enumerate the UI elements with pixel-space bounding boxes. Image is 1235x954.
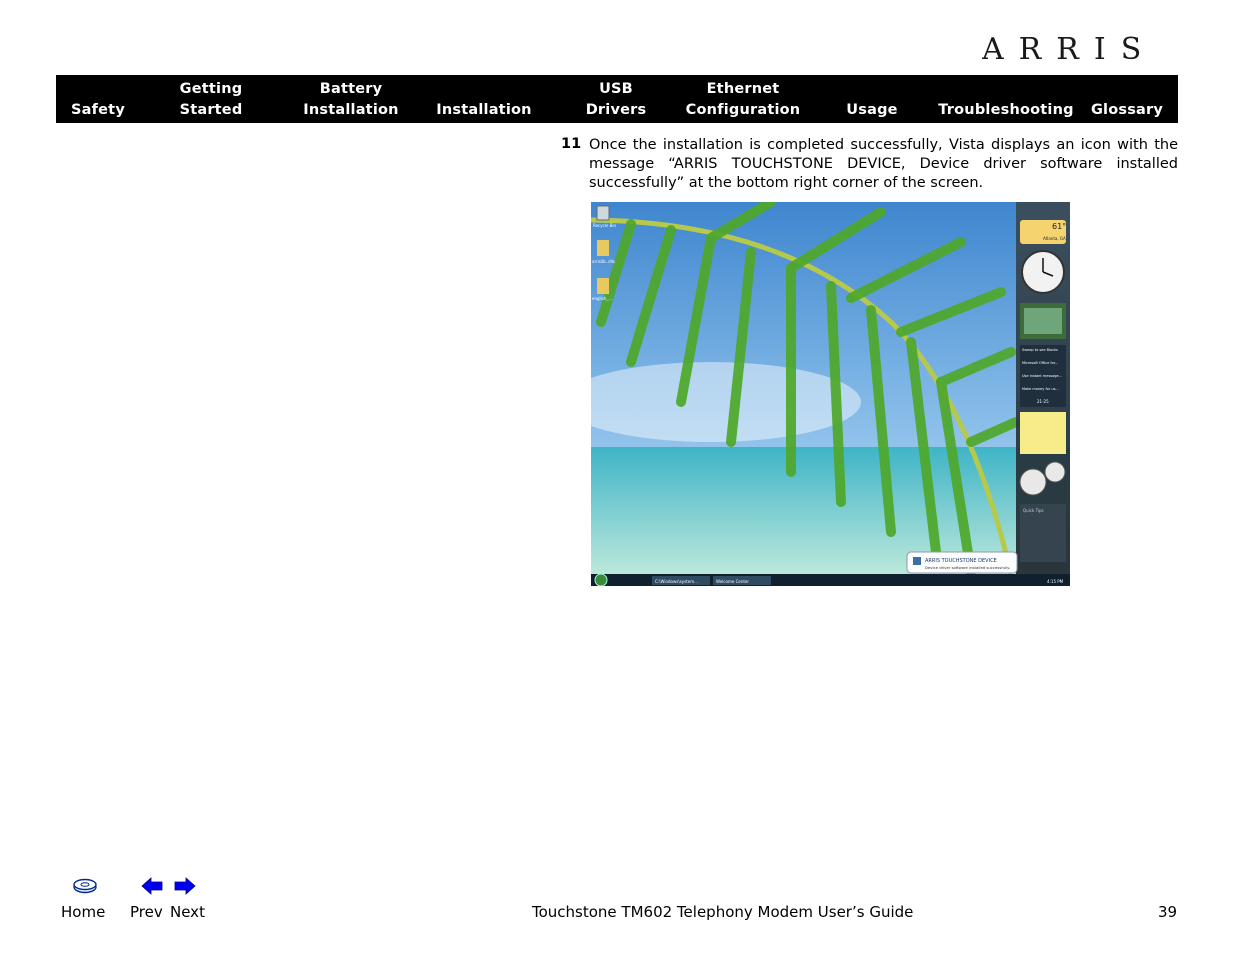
feed-item-3: Use instant message... xyxy=(1022,374,1062,378)
feed-pager: 21-25 xyxy=(1037,399,1049,404)
taskbar-item-2: Welcome Center xyxy=(716,579,749,584)
prev-link[interactable]: Prev xyxy=(130,903,163,921)
taskbar-item-1: C:\Windows\system... xyxy=(655,579,698,584)
top-nav-bar: Safety Getting Started Battery Installat… xyxy=(56,75,1178,123)
arris-logo: ARRIS xyxy=(982,32,1156,64)
weather-temp: 61° xyxy=(1052,222,1066,231)
nav-glossary[interactable]: Glossary xyxy=(1090,75,1164,123)
feed-item-4: Make money for us... xyxy=(1022,387,1059,391)
nav-battery-installation[interactable]: Battery Installation xyxy=(300,75,402,123)
nav-usb-drivers[interactable]: USB Drivers xyxy=(582,75,650,123)
balloon-title: ARRIS TOUCHSTONE DEVICE xyxy=(925,558,997,564)
next-link[interactable]: Next xyxy=(170,903,205,921)
nav-getting-started[interactable]: Getting Started xyxy=(172,75,250,123)
desktop-icon-3-label: english_... xyxy=(592,296,612,301)
home-icon[interactable] xyxy=(72,878,98,894)
desktop-icon-2-label: arrislib..dlls xyxy=(592,259,615,264)
balloon-text: Device driver software installed success… xyxy=(925,565,1010,570)
nav-troubleshooting[interactable]: Troubleshooting xyxy=(936,75,1076,123)
nav-ethernet-configuration[interactable]: Ethernet Configuration xyxy=(684,75,802,123)
nav-usage[interactable]: Usage xyxy=(842,75,902,123)
desktop-icon-1-label: Recycle Bin xyxy=(593,223,617,228)
step-number: 11 xyxy=(561,136,582,152)
feed-item-2: Microsoft Office for... xyxy=(1022,361,1058,365)
page-number: 39 xyxy=(1158,903,1178,921)
vista-desktop-screenshot: 61° Atlanta, GA Sweep to see Blocks Micr… xyxy=(591,202,1070,586)
nav-installation[interactable]: Installation xyxy=(434,75,534,123)
document-title: Touchstone TM602 Telephony Modem User’s … xyxy=(532,903,914,921)
feed-item-1: Sweep to see Blocks xyxy=(1022,348,1058,352)
nav-safety-label: Safety xyxy=(71,102,125,118)
nav-safety[interactable]: Safety xyxy=(66,75,130,123)
taskbar-clock: 4:15 PM xyxy=(1047,579,1064,584)
notes-label: Quick Tips xyxy=(1023,508,1044,513)
vista-desktop-art: 61° Atlanta, GA Sweep to see Blocks Micr… xyxy=(591,202,1070,586)
weather-city: Atlanta, GA xyxy=(1043,236,1066,241)
step-text: Once the installation is completed succe… xyxy=(589,137,1178,191)
home-link[interactable]: Home xyxy=(61,903,105,921)
next-arrow-icon[interactable] xyxy=(174,877,196,895)
prev-arrow-icon[interactable] xyxy=(141,877,163,895)
arris-logo-text: ARRIS xyxy=(982,32,1156,64)
